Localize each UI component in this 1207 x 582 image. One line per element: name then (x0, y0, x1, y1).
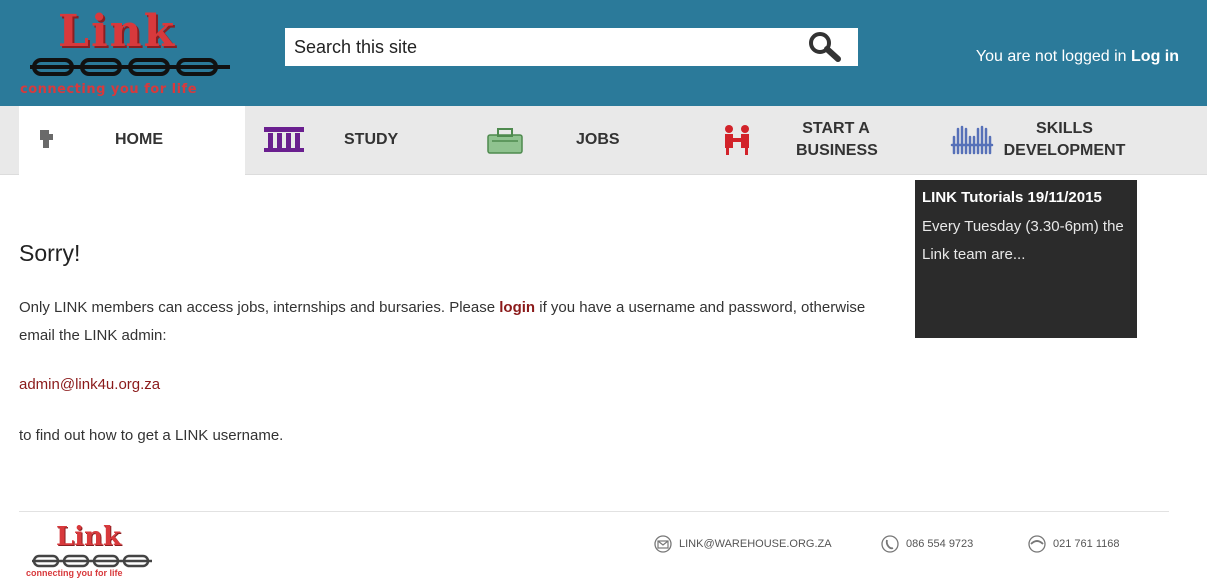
institution-icon (264, 127, 304, 152)
nav-item-study[interactable]: STUDY (245, 106, 459, 174)
hands-icon (950, 125, 994, 155)
footer-divider (19, 511, 1169, 512)
logo-wordmark: Link (58, 6, 177, 57)
fax-icon (1028, 535, 1046, 553)
chain-icon (30, 58, 230, 76)
phone-icon (881, 535, 899, 553)
login-status: You are not logged in Log in (976, 48, 1179, 66)
nav-label-start-a-business: START A BUSINESS (796, 120, 878, 159)
login-inline-link[interactable]: login (499, 299, 535, 316)
search-icon[interactable] (805, 30, 845, 64)
logo-tagline: connecting you for life (20, 82, 198, 97)
page-title: Sorry! (19, 240, 81, 266)
footer-logo[interactable]: Link connecting you for life (26, 522, 156, 580)
username-info: to find out how to get a LINK username. (19, 427, 284, 444)
footer-email-text: LINK@WAREHOUSE.ORG.ZA (679, 538, 832, 550)
nav-label-skills-development: SKILLS DEVELOPMENT (1003, 120, 1126, 159)
footer-phone-text: 086 554 9723 (906, 538, 974, 550)
jobs-icon (487, 128, 523, 154)
nav-item-jobs[interactable]: JOBS (459, 106, 696, 174)
envelope-icon (654, 535, 672, 553)
admin-email-link[interactable]: admin@link4u.org.za (19, 376, 160, 393)
nav-item-home[interactable]: HOME (19, 106, 245, 176)
chain-icon (32, 554, 152, 568)
search-input[interactable] (285, 28, 785, 66)
nav-label-jobs: JOBS (576, 131, 620, 148)
site-header: Link connecting you for life You are not… (0, 0, 1207, 106)
login-link[interactable]: Log in (1131, 48, 1179, 65)
home-icon (40, 130, 53, 148)
admin-email-paragraph: admin@link4u.org.za (19, 371, 879, 399)
search-box (285, 28, 858, 66)
handshake-icon (725, 125, 749, 155)
nav-label-home: HOME (115, 131, 163, 148)
tutorial-excerpt: Every Tuesday (3.30-6pm) the Link team a… (922, 218, 1124, 263)
footer-logo-wordmark: Link (56, 522, 122, 552)
nav-item-skills-development[interactable]: SKILLS DEVELOPMENT (928, 106, 1207, 174)
nav-item-start-a-business[interactable]: START A BUSINESS (696, 106, 928, 174)
access-message-text-1: Only LINK members can access jobs, inter… (19, 299, 500, 316)
footer-tagline: connecting you for life (26, 568, 123, 578)
access-message: Only LINK members can access jobs, inter… (19, 294, 879, 350)
tutorial-title[interactable]: LINK Tutorials 19/11/2015 (922, 188, 1130, 208)
login-status-text: You are not logged in (975, 48, 1127, 65)
tutorial-news-box[interactable]: LINK Tutorials 19/11/2015 Every Tuesday … (915, 180, 1137, 338)
footer-fax-text: 021 761 1168 (1053, 538, 1120, 550)
main-nav: HOME STUDY JOBS START A BUSINESS SKILLS … (0, 106, 1207, 176)
nav-label-study: STUDY (344, 131, 399, 148)
site-logo[interactable]: Link connecting you for life (18, 6, 248, 100)
